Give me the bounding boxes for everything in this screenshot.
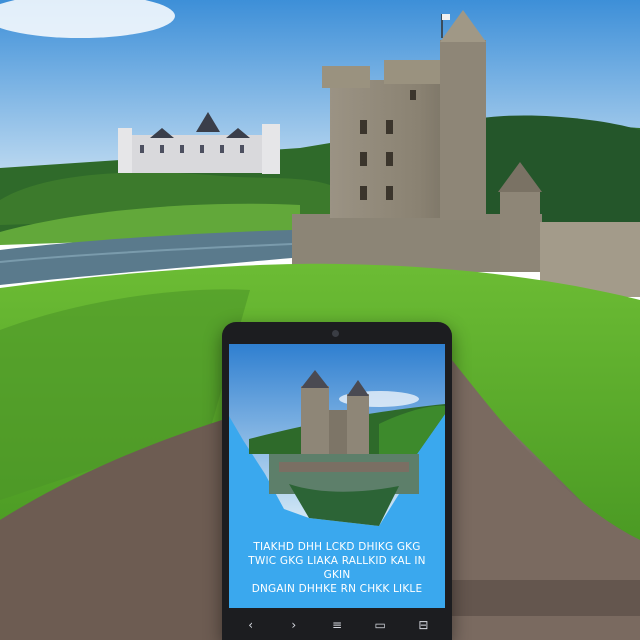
back-icon[interactable]: ‹ bbox=[239, 618, 263, 632]
home-icon[interactable]: ▭ bbox=[368, 618, 392, 632]
caption-line: TIAKHD DHH LCKD DHIKG GKG bbox=[253, 541, 421, 553]
front-camera-icon bbox=[332, 330, 339, 337]
smartphone: TIAKHD DHH LCKD DHIKG GKG TWIC GKG LIAKA… bbox=[222, 322, 452, 640]
phone-nav-bar: ‹ › ≡ ▭ ⊟ bbox=[229, 610, 445, 640]
menu-icon[interactable]: ≡ bbox=[325, 618, 349, 632]
screen-caption: TIAKHD DHH LCKD DHIKG GKG TWIC GKG LIAKA… bbox=[247, 540, 427, 596]
recent-apps-icon[interactable]: ⊟ bbox=[411, 618, 435, 632]
caption-line: DNGAIN DHHKE RN CHKK LIKLE bbox=[251, 583, 423, 595]
forward-icon[interactable]: › bbox=[282, 618, 306, 632]
caption-line: TWIC GKG LIAKA RALLKID KAL IN GKIN bbox=[248, 555, 426, 581]
phone-screen[interactable]: TIAKHD DHH LCKD DHIKG GKG TWIC GKG LIAKA… bbox=[229, 344, 445, 608]
